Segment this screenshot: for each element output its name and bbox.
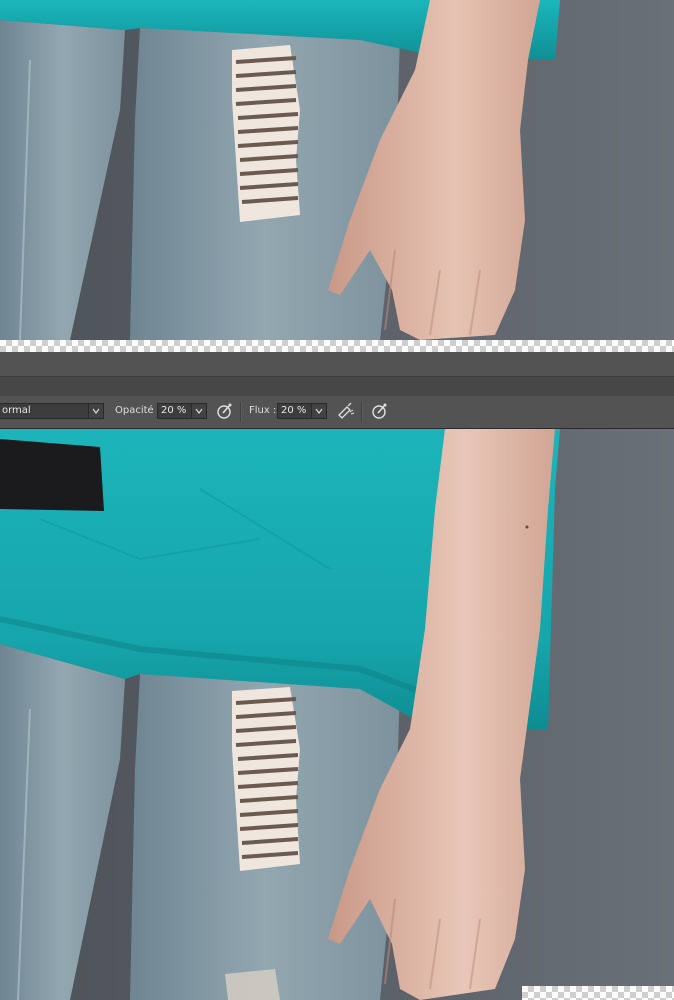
document-tab-strip — [0, 376, 674, 397]
canvas-photo-bottom — [0, 429, 674, 1000]
pen-pressure-size-icon[interactable] — [370, 401, 390, 421]
shirt-print-patch — [0, 439, 104, 511]
chevron-down-icon[interactable] — [191, 404, 206, 418]
app-menu-bar — [0, 352, 674, 397]
blend-mode-select[interactable]: ormal — [0, 403, 104, 419]
flow-value: 20 % — [281, 405, 307, 416]
airbrush-icon[interactable] — [335, 401, 355, 421]
pen-pressure-icon[interactable] — [215, 401, 235, 421]
transparent-area-strip — [0, 340, 674, 352]
photo-top-svg — [0, 0, 674, 340]
flow-input[interactable]: 20 % — [277, 403, 327, 419]
options-separator — [240, 402, 242, 422]
photo-bottom-svg — [0, 429, 674, 1000]
tool-options-bar: ormal Opacité : 20 % Flux : 20 % — [0, 396, 674, 429]
chevron-down-icon — [88, 404, 103, 418]
options-separator — [361, 402, 363, 422]
flow-label: Flux : — [249, 405, 277, 416]
opacity-value: 20 % — [161, 405, 187, 416]
transparent-area-corner — [522, 986, 674, 1000]
jeans-rip-top — [232, 45, 300, 222]
canvas-photo-top — [0, 0, 674, 340]
opacity-label: Opacité : — [115, 405, 161, 416]
chevron-down-icon[interactable] — [311, 404, 326, 418]
blend-mode-value: ormal — [2, 405, 31, 416]
opacity-input[interactable]: 20 % — [157, 403, 207, 419]
